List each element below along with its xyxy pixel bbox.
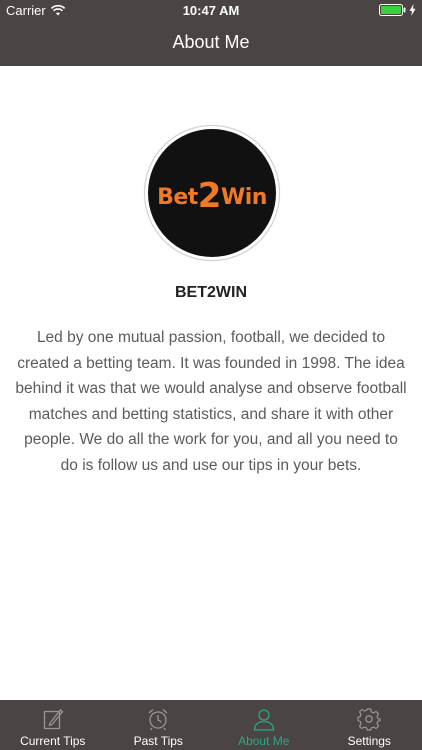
tab-current-tips-label: Current Tips <box>20 734 86 748</box>
logo-text-number: 2 <box>197 176 222 216</box>
nav-bar: About Me <box>0 22 422 66</box>
alarm-clock-icon <box>148 709 168 731</box>
tab-past-tips-label: Past Tips <box>133 734 183 748</box>
battery-icon <box>379 4 406 16</box>
team-name: BET2WIN <box>175 284 247 301</box>
team-logo-background: Bet2Win <box>148 129 276 257</box>
status-right <box>379 4 416 16</box>
edit-icon <box>43 709 64 730</box>
charging-icon <box>409 4 416 16</box>
status-bar: Carrier 10:47 AM <box>0 0 422 22</box>
tab-bar: Current Tips Past Tips About Me Settings <box>0 700 422 750</box>
team-logo: Bet2Win <box>144 125 280 261</box>
logo-text-left: Bet <box>157 185 198 210</box>
tab-current-tips[interactable]: Current Tips <box>0 700 106 750</box>
tab-about-me-label: About Me <box>238 734 290 748</box>
page-title: About Me <box>172 32 250 52</box>
team-logo-text: Bet2Win <box>157 173 267 216</box>
about-description: Led by one mutual passion, football, we … <box>15 329 407 474</box>
about-content: Bet2Win BET2WIN Led by one mutual passio… <box>0 66 422 700</box>
user-icon <box>253 709 274 731</box>
tab-about-me[interactable]: About Me <box>211 700 317 750</box>
tab-settings[interactable]: Settings <box>317 700 422 750</box>
logo-text-right: Win <box>220 185 267 210</box>
tab-past-tips[interactable]: Past Tips <box>106 700 212 750</box>
status-time: 10:47 AM <box>182 3 240 18</box>
tab-settings-label: Settings <box>347 734 391 748</box>
gear-icon <box>357 708 381 731</box>
